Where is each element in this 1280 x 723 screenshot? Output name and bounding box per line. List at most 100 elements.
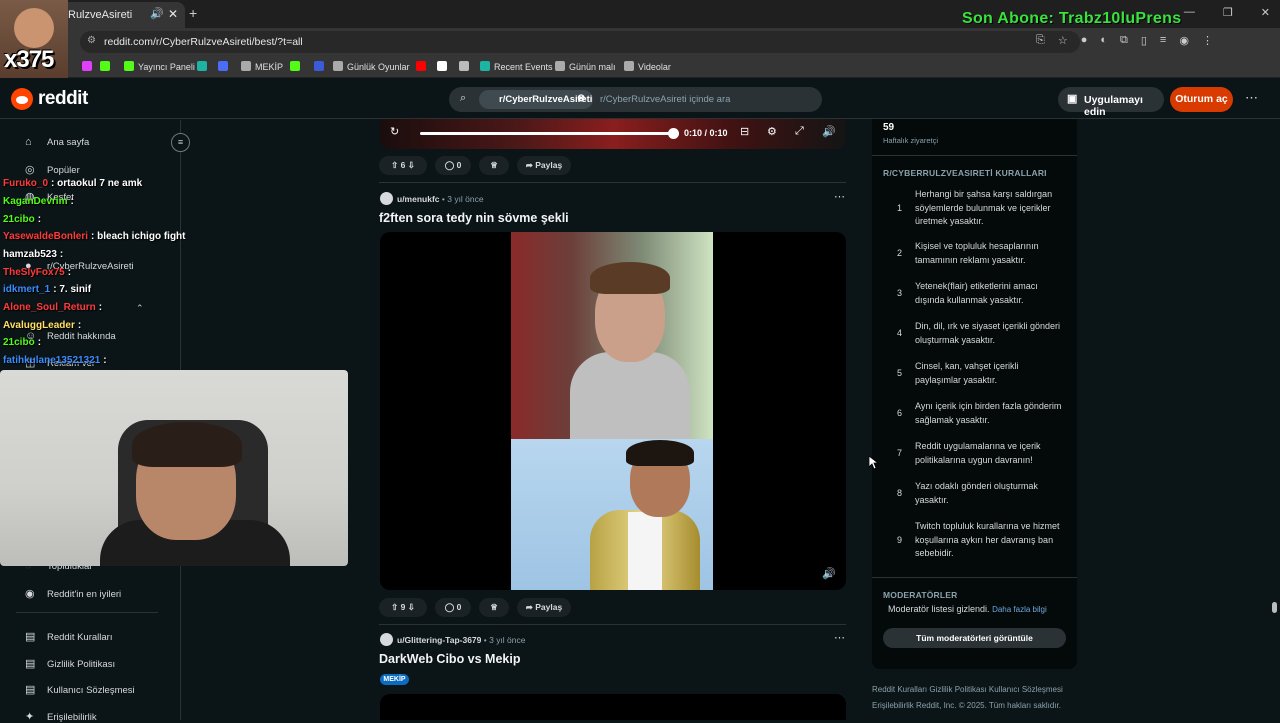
sidebar-item-agreement[interactable]: ▤ Kullanıcı Sözleşmesi: [25, 683, 135, 696]
bookmark-item[interactable]: Videolar: [624, 61, 671, 72]
volume-icon[interactable]: 🔊: [822, 125, 836, 138]
bookmark-item[interactable]: [82, 61, 96, 72]
clear-chip-icon[interactable]: ⊗: [577, 93, 585, 104]
sidebar-item-best[interactable]: ◉ Reddit'in en iyileri: [25, 587, 121, 600]
comments-button[interactable]: ◯ 0: [435, 156, 471, 175]
view-all-moderators-button[interactable]: Tüm moderatörleri görüntüle: [883, 628, 1066, 648]
sidebar-item-popular[interactable]: ◎ Popüler: [25, 163, 80, 176]
post-title[interactable]: DarkWeb Cibo vs Mekip: [379, 652, 520, 666]
site-info-icon[interactable]: ⚙: [87, 35, 96, 46]
rule-number: 5: [897, 368, 903, 378]
reddit-logo[interactable]: reddit: [11, 88, 88, 110]
bookmark-item[interactable]: Yayıncı Paneli: [124, 61, 195, 72]
upvote-icon[interactable]: ⇧: [391, 160, 398, 170]
downvote-icon[interactable]: ⇩: [408, 160, 415, 170]
fullscreen-icon[interactable]: ⤢: [795, 125, 804, 138]
sidebar-item-privacy[interactable]: ▤ Gizlilik Politikası: [25, 657, 115, 670]
bookmark-item[interactable]: [218, 61, 232, 72]
post3-media[interactable]: [380, 694, 846, 720]
chat-text: : ortaokul 7 ne amk: [51, 178, 143, 189]
search-input[interactable]: ⌕ r/CyberRulzveAsireti ⊗ r/CyberRulzveAs…: [449, 87, 822, 112]
emote-multiplier: x375: [4, 46, 54, 73]
award-button[interactable]: ♕: [479, 598, 509, 617]
video-volume-icon[interactable]: 🔊: [822, 567, 836, 580]
rule-item[interactable]: 6 Aynı içerik için birden fazla gönderim …: [883, 400, 1068, 440]
puzzle-icon[interactable]: ⧉: [1120, 34, 1128, 47]
install-icon[interactable]: ⎘: [1036, 34, 1045, 47]
post-options-icon[interactable]: ⋯: [834, 631, 845, 644]
rule-text: Twitch topluluk kurallarına ve hizmet ko…: [915, 521, 1060, 558]
bookmark-item[interactable]: Recent Events: [480, 61, 553, 72]
profile-icon[interactable]: ◉: [1179, 34, 1189, 47]
bookmark-item[interactable]: [437, 61, 451, 72]
close-tab-icon[interactable]: ✕: [168, 7, 178, 21]
sidebar-item-rules[interactable]: ▤ Reddit Kuralları: [25, 630, 112, 643]
post-flair[interactable]: MEKİP: [380, 674, 409, 685]
page-scrollbar[interactable]: [1272, 602, 1277, 613]
get-app-button[interactable]: ▣ Uygulamayı edin: [1058, 87, 1164, 118]
post-title[interactable]: f2ften sora tedy nin sövme şekli: [379, 211, 569, 225]
rule-item[interactable]: 5 Cinsel, kan, vahşet içerikli paylaşımla…: [883, 360, 1068, 400]
bookmark-item[interactable]: Günlük Oyunlar: [333, 61, 410, 72]
rule-item[interactable]: 2 Kişisel ve topluluk hesaplarının tamamı…: [883, 240, 1068, 280]
bookmark-item[interactable]: [100, 61, 114, 72]
close-window-icon[interactable]: ✕: [1261, 6, 1270, 19]
award-button[interactable]: ♕: [479, 156, 509, 175]
speaker-icon[interactable]: 🔊: [150, 7, 164, 20]
more-info-link[interactable]: Daha fazla bilgi: [992, 605, 1047, 614]
post-author[interactable]: u/Glittering-Tap-3679: [397, 635, 481, 645]
replay-icon[interactable]: ↻: [390, 125, 399, 138]
sidebar-item-accessibility[interactable]: ✦ Erişilebilirlik: [25, 710, 97, 723]
rule-item[interactable]: 1 Herhangi bir şahsa karşı saldırgan söyl…: [883, 188, 1068, 228]
settings-icon[interactable]: ⚙: [767, 125, 777, 138]
post-author[interactable]: u/menukfc: [397, 194, 440, 204]
browser-tab[interactable]: RulzveAsireti 🔊 ✕: [60, 2, 185, 28]
media-icon[interactable]: ≡: [1160, 34, 1166, 47]
video-progress-bar[interactable]: [420, 132, 672, 135]
rule-item[interactable]: 8 Yazı odaklı gönderi oluşturmak yasaktır…: [883, 480, 1068, 520]
footer-links[interactable]: Reddit Kuralları Gizlilik Politikası Kul…: [872, 682, 1077, 698]
captions-icon[interactable]: ⊟: [740, 125, 749, 138]
bookmark-item[interactable]: MEKİP: [241, 61, 283, 72]
bookmark-item[interactable]: [197, 61, 211, 72]
bookmark-icon: [480, 61, 490, 71]
rule-item[interactable]: 3 Yetenek(flair) etiketlerini amacı dışın…: [883, 280, 1068, 320]
sidepanel-icon[interactable]: ▯: [1141, 34, 1147, 47]
sidebar-item-home[interactable]: ⌂ Ana sayfa: [25, 136, 89, 148]
rule-item[interactable]: 7 Reddit uygulamalarına ve içerik politik…: [883, 440, 1068, 480]
bookmark-item[interactable]: [290, 61, 304, 72]
url-field[interactable]: ⚙ reddit.com/r/CyberRulzveAsireti/best/?…: [80, 31, 1080, 53]
rule-item[interactable]: 4 Din, dil, ırk ve siyaset içerikli gönde…: [883, 320, 1068, 360]
minimize-icon[interactable]: —: [1184, 6, 1195, 19]
upvote-icon[interactable]: ⇧: [391, 602, 398, 612]
post-video[interactable]: 🔊: [380, 232, 846, 590]
new-tab-icon[interactable]: +: [189, 5, 197, 21]
extension-icon[interactable]: ●: [1081, 34, 1088, 47]
login-button[interactable]: Oturum aç: [1170, 87, 1233, 112]
menu-icon[interactable]: ⋮: [1202, 34, 1213, 47]
downvote-icon[interactable]: ⇩: [408, 602, 415, 612]
user-avatar[interactable]: [380, 192, 393, 205]
bookmark-item[interactable]: [416, 61, 430, 72]
rule-item[interactable]: 9 Twitch topluluk kurallarına ve hizmet k…: [883, 520, 1068, 560]
restore-icon[interactable]: ❐: [1223, 6, 1233, 19]
chevron-up-icon[interactable]: ⌃: [136, 303, 144, 314]
user-avatar[interactable]: [380, 633, 393, 646]
post2-meta: u/menukfc • 3 yıl önce: [380, 192, 484, 205]
search-community-chip[interactable]: r/CyberRulzveAsireti ⊗: [479, 90, 593, 109]
share-button[interactable]: ➦ Paylaş: [517, 156, 571, 175]
comments-button[interactable]: ◯ 0: [435, 598, 471, 617]
bookmark-item[interactable]: Günün malı: [555, 61, 616, 72]
bookmark-item[interactable]: [314, 61, 328, 72]
extension-icon[interactable]: ◐: [1100, 34, 1107, 47]
video-progress-handle[interactable]: [668, 128, 679, 139]
vote-count: 9: [400, 602, 406, 612]
bookmark-star-icon[interactable]: ☆: [1058, 34, 1068, 47]
share-button[interactable]: ➦ Paylaş: [517, 598, 571, 617]
bookmark-item[interactable]: [459, 61, 473, 72]
more-options-icon[interactable]: ⋯: [1245, 90, 1258, 106]
collapse-sidebar-icon[interactable]: ≡: [171, 133, 190, 152]
last-subscriber-overlay: Son Abone: Trabz10luPrens: [962, 10, 1182, 27]
chat-username: Alone_Soul_Return: [3, 302, 96, 313]
post-options-icon[interactable]: ⋯: [834, 190, 845, 203]
